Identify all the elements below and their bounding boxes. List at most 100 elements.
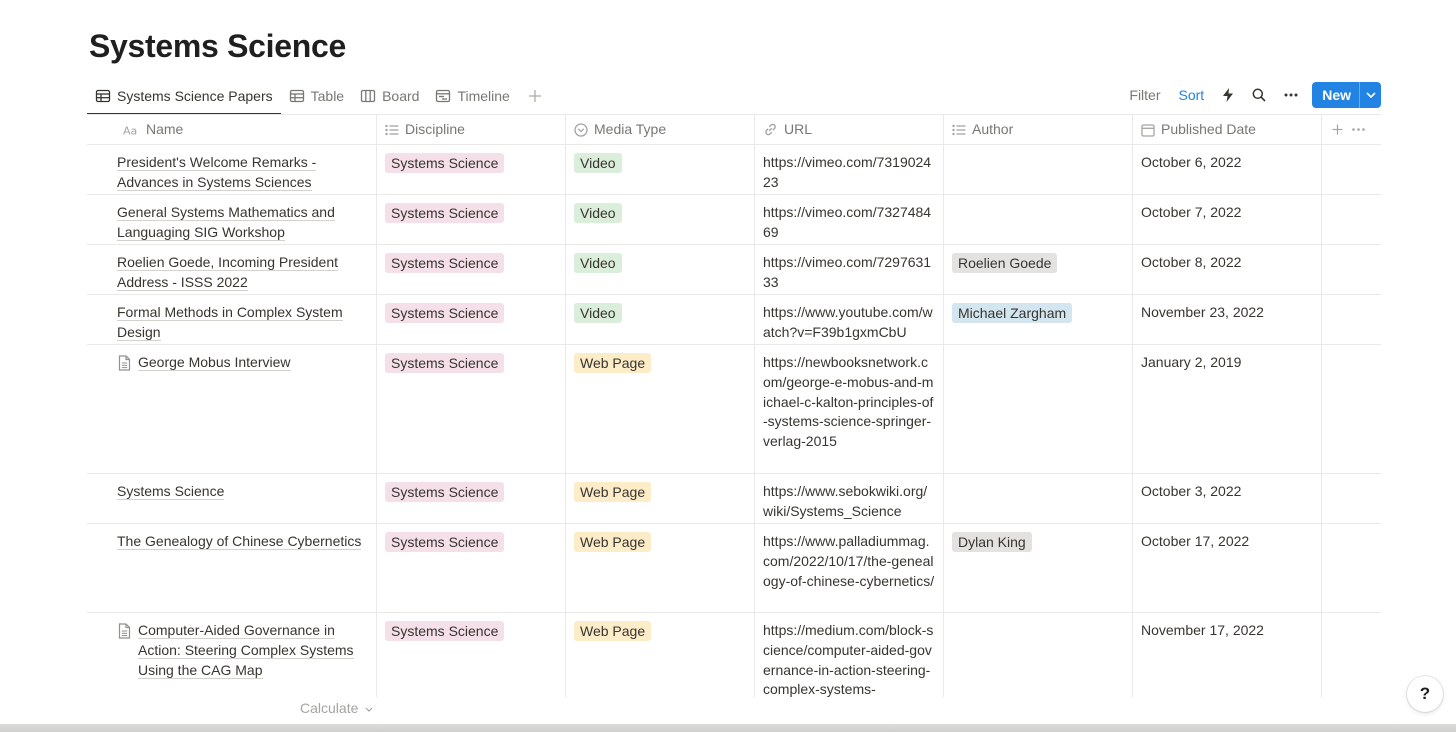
table-row[interactable]: The Genealogy of Chinese Cybernetics Sys… xyxy=(87,524,1381,613)
date-cell[interactable]: October 17, 2022 xyxy=(1133,524,1322,612)
filter-button[interactable]: Filter xyxy=(1129,87,1160,103)
url-cell[interactable]: https://www.youtube.com/watch?v=F39b1gxm… xyxy=(755,295,944,344)
media-type-cell[interactable]: Video xyxy=(566,195,755,244)
url-cell[interactable]: https://vimeo.com/732748469 xyxy=(755,195,944,244)
link-icon xyxy=(765,123,776,136)
new-options-button[interactable] xyxy=(1359,82,1381,108)
column-header-name[interactable]: Aa Name xyxy=(87,115,377,144)
row-name[interactable]: President's Welcome Remarks - Advances i… xyxy=(117,153,368,193)
column-header-discipline[interactable]: Discipline xyxy=(377,115,566,144)
table-row[interactable]: President's Welcome Remarks - Advances i… xyxy=(87,145,1381,195)
author-cell[interactable] xyxy=(944,474,1133,523)
url-cell[interactable]: https://medium.com/block-science/compute… xyxy=(755,613,944,697)
media-type-tag: Web Page xyxy=(574,621,652,641)
date-cell[interactable]: October 8, 2022 xyxy=(1133,245,1322,294)
tab-table[interactable]: Table xyxy=(281,78,352,114)
discipline-cell[interactable]: Systems Science xyxy=(377,145,566,194)
table-row[interactable]: Systems Science Systems Science Web Page… xyxy=(87,474,1381,524)
column-header-published-date[interactable]: Published Date xyxy=(1133,115,1322,144)
discipline-cell[interactable]: Systems Science xyxy=(377,195,566,244)
url-cell[interactable]: https://www.palladiummag.com/2022/10/17/… xyxy=(755,524,944,612)
name-cell[interactable]: George Mobus Interview xyxy=(87,345,377,473)
media-type-cell[interactable]: Web Page xyxy=(566,613,755,697)
discipline-cell[interactable]: Systems Science xyxy=(377,345,566,473)
plus-icon[interactable] xyxy=(1332,124,1343,135)
name-cell[interactable]: President's Welcome Remarks - Advances i… xyxy=(87,145,377,194)
name-cell[interactable]: Computer-Aided Governance in Action: Ste… xyxy=(87,613,377,697)
empty-cell xyxy=(1322,345,1381,473)
row-name[interactable]: Roelien Goede, Incoming President Addres… xyxy=(117,253,368,293)
discipline-cell[interactable]: Systems Science xyxy=(377,474,566,523)
column-header-media-type[interactable]: Media Type xyxy=(566,115,755,144)
media-type-cell[interactable]: Video xyxy=(566,245,755,294)
row-name[interactable]: General Systems Mathematics and Languagi… xyxy=(117,203,368,243)
name-cell[interactable]: Formal Methods in Complex System Design xyxy=(87,295,377,344)
tab-timeline[interactable]: Timeline xyxy=(427,78,517,114)
name-cell[interactable]: Systems Science xyxy=(87,474,377,523)
media-type-cell[interactable]: Web Page xyxy=(566,345,755,473)
search-button[interactable] xyxy=(1252,88,1266,102)
row-name[interactable]: Formal Methods in Complex System Design xyxy=(117,303,368,343)
table-row[interactable]: General Systems Mathematics and Languagi… xyxy=(87,195,1381,245)
date-cell[interactable]: November 23, 2022 xyxy=(1133,295,1322,344)
table-row[interactable]: Roelien Goede, Incoming President Addres… xyxy=(87,245,1381,295)
discipline-cell[interactable]: Systems Science xyxy=(377,295,566,344)
row-name[interactable]: George Mobus Interview xyxy=(138,353,291,373)
date-cell[interactable]: October 7, 2022 xyxy=(1133,195,1322,244)
date-cell[interactable]: November 17, 2022 xyxy=(1133,613,1322,697)
calculate-button[interactable]: Calculate xyxy=(300,700,373,716)
new-button[interactable]: New xyxy=(1312,82,1359,108)
url-cell[interactable]: https://vimeo.com/731902423 xyxy=(755,145,944,194)
page-icon xyxy=(118,623,131,639)
more-horizontal-icon[interactable] xyxy=(1352,128,1365,131)
row-name[interactable]: The Genealogy of Chinese Cybernetics xyxy=(117,532,362,552)
empty-cell xyxy=(1322,295,1381,344)
author-cell[interactable]: Michael Zargham xyxy=(944,295,1133,344)
table-header: Aa Name Discipline Media Type URL Author… xyxy=(87,114,1381,145)
discipline-cell[interactable]: Systems Science xyxy=(377,245,566,294)
multi-select-icon xyxy=(385,124,399,135)
table-icon xyxy=(95,89,111,103)
author-cell[interactable]: Roelien Goede xyxy=(944,245,1133,294)
date-cell[interactable]: October 3, 2022 xyxy=(1133,474,1322,523)
tab-systems-science-papers[interactable]: Systems Science Papers xyxy=(87,78,281,115)
table-row[interactable]: George Mobus Interview Systems Science W… xyxy=(87,345,1381,474)
discipline-cell[interactable]: Systems Science xyxy=(377,524,566,612)
url-cell[interactable]: https://vimeo.com/729763133 xyxy=(755,245,944,294)
author-cell[interactable]: Dylan King xyxy=(944,524,1133,612)
url-cell[interactable]: https://www.sebokwiki.org/wiki/Systems_S… xyxy=(755,474,944,523)
tab-board[interactable]: Board xyxy=(352,78,427,114)
column-header-url[interactable]: URL xyxy=(755,115,944,144)
help-button[interactable]: ? xyxy=(1407,676,1443,712)
lightning-icon xyxy=(1223,88,1234,102)
page-title[interactable]: Systems Science xyxy=(89,28,346,65)
row-name[interactable]: Systems Science xyxy=(117,482,225,502)
url-cell[interactable]: https://newbooksnetwork.com/george-e-mob… xyxy=(755,345,944,473)
author-cell[interactable] xyxy=(944,195,1133,244)
media-type-cell[interactable]: Web Page xyxy=(566,524,755,612)
empty-cell xyxy=(1322,524,1381,612)
name-cell[interactable]: Roelien Goede, Incoming President Addres… xyxy=(87,245,377,294)
row-name[interactable]: Computer-Aided Governance in Action: Ste… xyxy=(138,621,368,680)
author-cell[interactable] xyxy=(944,145,1133,194)
media-type-cell[interactable]: Web Page xyxy=(566,474,755,523)
table-row[interactable]: Computer-Aided Governance in Action: Ste… xyxy=(87,613,1381,697)
sort-button[interactable]: Sort xyxy=(1179,87,1205,103)
discipline-cell[interactable]: Systems Science xyxy=(377,613,566,697)
text-property-icon: Aa xyxy=(123,124,137,136)
media-type-cell[interactable]: Video xyxy=(566,295,755,344)
column-header-author[interactable]: Author xyxy=(944,115,1133,144)
name-cell[interactable]: General Systems Mathematics and Languagi… xyxy=(87,195,377,244)
media-type-cell[interactable]: Video xyxy=(566,145,755,194)
database-actions: Filter Sort New xyxy=(1111,82,1381,108)
author-cell[interactable] xyxy=(944,345,1133,473)
table-row[interactable]: Formal Methods in Complex System Design … xyxy=(87,295,1381,345)
automation-button[interactable] xyxy=(1222,88,1234,102)
date-cell[interactable]: January 2, 2019 xyxy=(1133,345,1322,473)
add-view-button[interactable] xyxy=(522,78,548,114)
media-type-tag: Web Page xyxy=(574,482,652,502)
more-options-button[interactable] xyxy=(1284,93,1298,97)
author-cell[interactable] xyxy=(944,613,1133,697)
name-cell[interactable]: The Genealogy of Chinese Cybernetics xyxy=(87,524,377,612)
date-cell[interactable]: October 6, 2022 xyxy=(1133,145,1322,194)
